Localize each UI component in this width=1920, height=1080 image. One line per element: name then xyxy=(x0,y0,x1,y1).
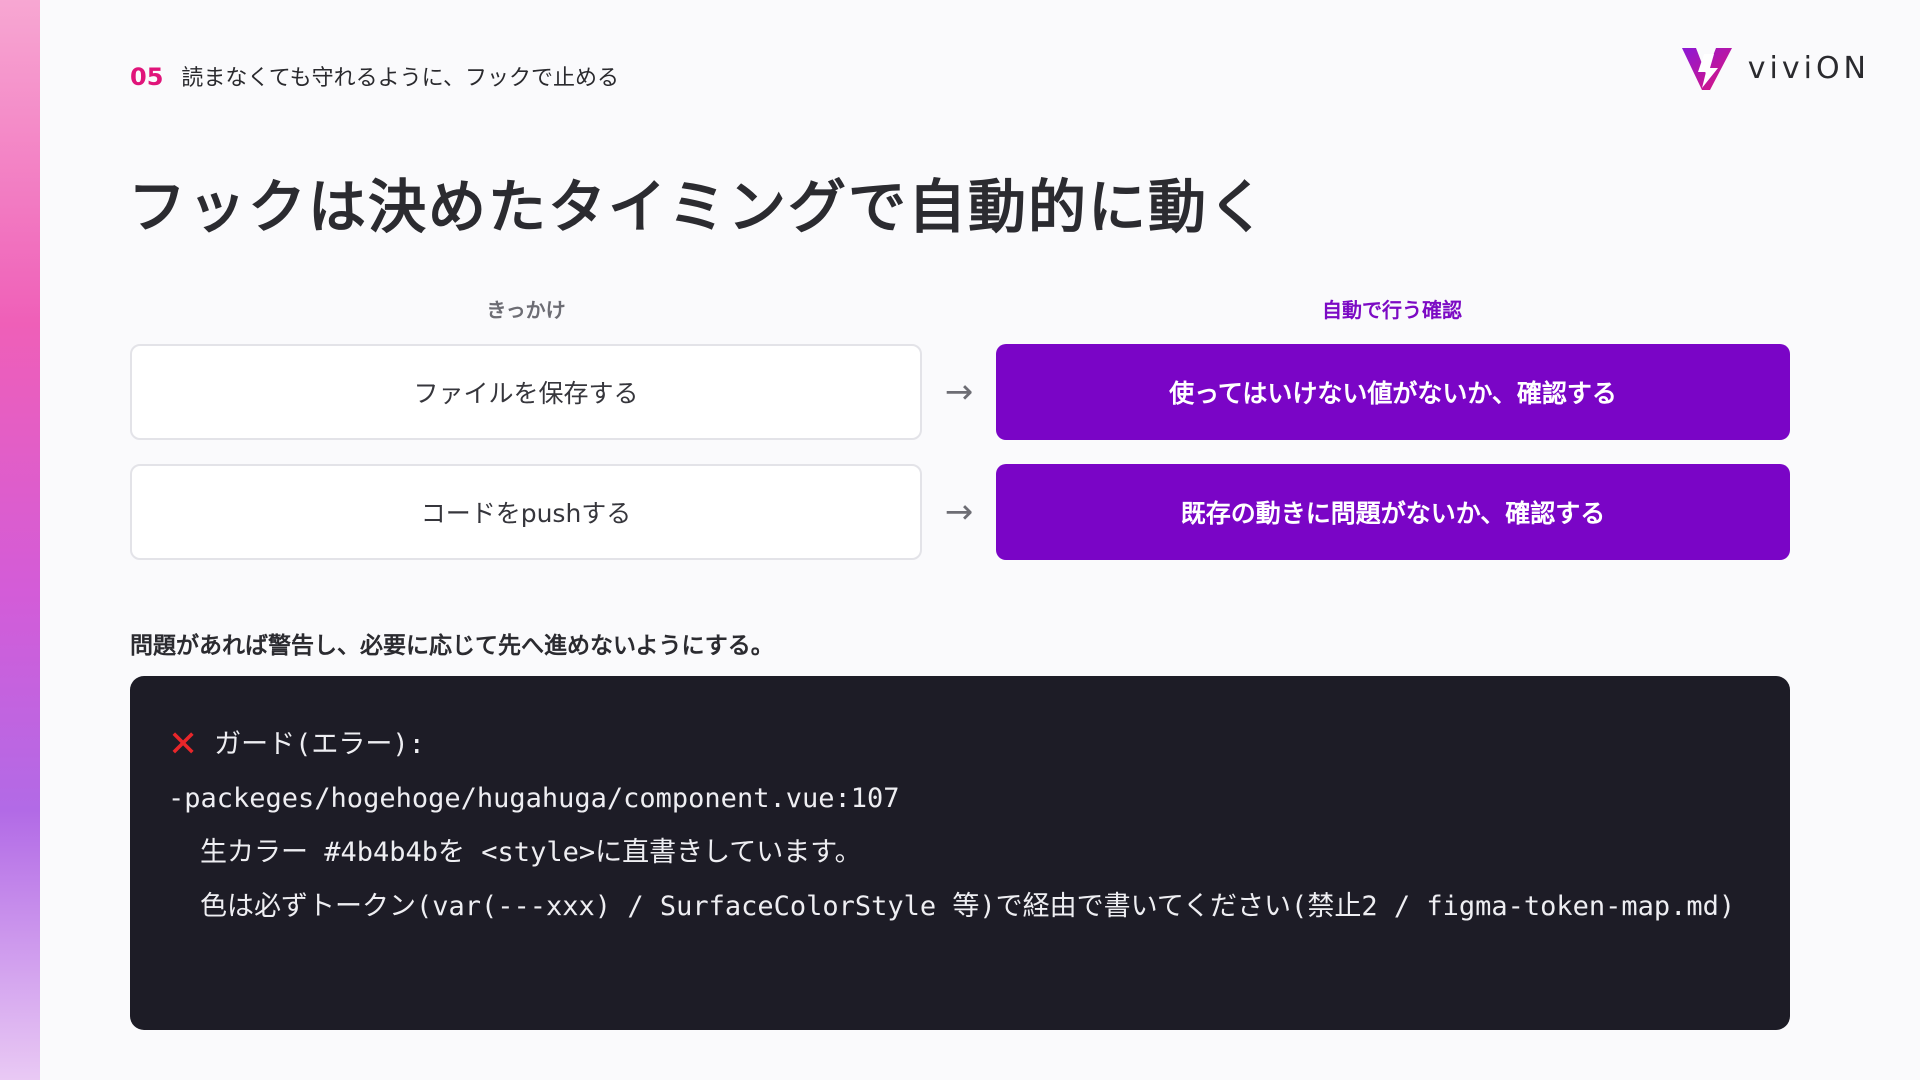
right-arrow-icon: → xyxy=(944,492,974,532)
vivion-logo-icon xyxy=(1681,48,1732,90)
trigger-box: ファイルを保存する xyxy=(130,344,922,440)
section-number: 05 xyxy=(130,63,164,91)
action-column-heading: 自動で行う確認 xyxy=(1322,298,1462,322)
right-arrow-icon: → xyxy=(944,372,974,412)
error-message: 生カラー #4b4b4bを <style>に直書きしています。 xyxy=(200,837,862,868)
brand-logo: viviON xyxy=(1680,44,1870,92)
logo-text: viviON xyxy=(1747,50,1870,86)
trigger-column-heading: きっかけ xyxy=(486,298,566,322)
gradient-side-strip xyxy=(0,0,40,1080)
page-title: フックは決めたタイミングで自動的に動く xyxy=(128,173,1269,241)
cross-mark-icon: ✕ xyxy=(168,724,199,765)
trigger-box: コードをpushする xyxy=(130,464,922,560)
section-label: 05 読まなくても守れるように、フックで止める xyxy=(130,60,619,92)
error-message: 色は必ずトークン(var(---xxx) / SurfaceColorStyle… xyxy=(200,891,1736,922)
slide: 05 読まなくても守れるように、フックで止める viviON フックは決めたタイ… xyxy=(0,0,1920,1080)
error-path: -packeges/hogehoge/hugahuga/component.vu… xyxy=(168,783,900,814)
action-box: 使ってはいけない値がないか、確認する xyxy=(996,344,1790,440)
error-header: ✕ ガード(エラー): xyxy=(168,718,1748,772)
error-output-block: ✕ ガード(エラー): -packeges/hogehoge/hugahuga/… xyxy=(130,676,1790,1030)
hook-row: ファイルを保存する → 使ってはいけない値がないか、確認する xyxy=(130,344,1790,440)
section-title: 読まなくても守れるように、フックで止める xyxy=(181,66,619,91)
hook-note: 問題があれば警告し、必要に応じて先へ進めないようにする。 xyxy=(130,633,774,659)
action-box: 既存の動きに問題がないか、確認する xyxy=(996,464,1790,560)
hook-row: コードをpushする → 既存の動きに問題がないか、確認する xyxy=(130,464,1790,560)
error-label: ガード(エラー): xyxy=(214,729,425,760)
